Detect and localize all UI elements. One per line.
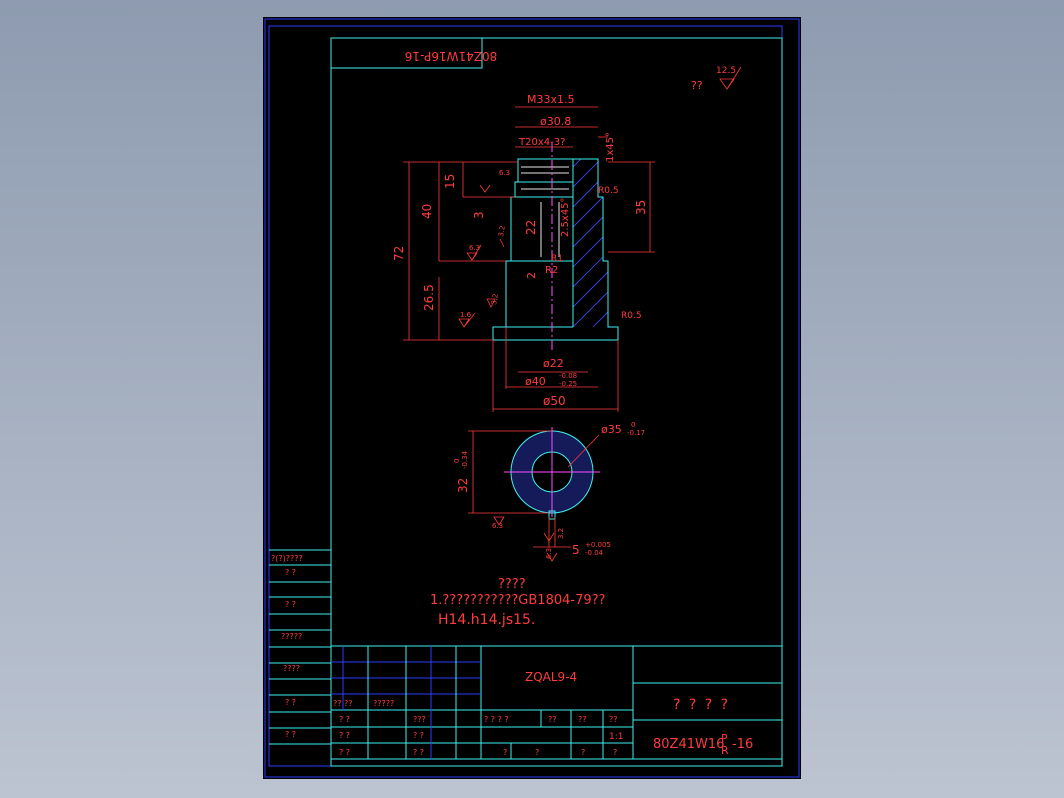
left-table-5: ? ?: [285, 698, 296, 707]
dim-d35-lower: -0.17: [627, 429, 645, 437]
tb-cell-0: ? ?: [339, 715, 350, 724]
tb-cell-1: ???: [413, 715, 426, 724]
tb-hdr-5: ??: [609, 715, 618, 724]
ra-32: 3.2: [497, 225, 507, 237]
tb-hdr-4: ??: [578, 715, 587, 724]
dim-h2: 2: [525, 272, 538, 279]
dim-h32-upper: 0: [453, 459, 461, 463]
dim-d40: ø40: [525, 375, 546, 388]
dim-h35: 35: [634, 200, 648, 215]
part-inner-lines: [506, 159, 574, 328]
drawing-canvas: 80Z41W16P-16 ?? 12.5 M33x1.5 ø30.8 T20x4…: [264, 18, 800, 778]
dim-d308: ø30.8: [540, 115, 571, 128]
notes-line1: 1.???????????GB1804-79??: [430, 593, 605, 608]
tb-hdr-3: ??: [548, 715, 557, 724]
dim-d35-upper: 0: [631, 421, 635, 429]
dim-h72: 72: [392, 246, 406, 261]
tb-cell-2: ? ?: [339, 731, 350, 740]
outer-frame: [264, 18, 800, 778]
tb-hdr-2: ? ? ? ?: [484, 715, 509, 724]
dim-trap: T20x4-3?: [518, 137, 565, 148]
ra-16: 1.6: [460, 311, 472, 319]
ra-32c: 3.2: [557, 528, 565, 539]
tb-material: ZQAL9-4: [525, 670, 577, 684]
tb-code-r: R: [721, 744, 729, 757]
tb-cell-5: ? ?: [413, 748, 424, 757]
ra-63b: 6.3: [499, 169, 510, 177]
left-table: [269, 549, 331, 745]
dim-h15: 15: [443, 174, 457, 189]
dim-d50: ø50: [543, 394, 566, 408]
ra-63a: 6.3: [469, 244, 480, 252]
dim-h3: 3: [472, 211, 486, 219]
dim-h40: 40: [420, 204, 434, 219]
tb-code-tail: -16: [732, 737, 753, 752]
tb-cell-9: ?: [613, 748, 617, 757]
left-table-2: ? ?: [285, 600, 296, 609]
dim-r05b: R0.5: [621, 311, 642, 321]
dim-w5: 5: [572, 543, 580, 557]
left-table-1: ? ?: [285, 568, 296, 577]
left-table-6: ? ?: [285, 730, 296, 739]
dim-h22: 22: [524, 220, 538, 235]
circle-section: [504, 427, 600, 520]
dim-w5-upper: +0.005: [585, 541, 611, 549]
dim-thread: M33x1.5: [527, 93, 575, 106]
roughness-general-value: 12.5: [716, 66, 736, 76]
ra-32b: 3.2: [490, 293, 500, 305]
tb-code-main: 80Z41W16: [653, 737, 724, 752]
notes-line2: H14.h14.js15.: [438, 612, 535, 628]
tb-name: ? ? ? ?: [673, 697, 730, 713]
ra-63c: 6.3: [492, 522, 503, 530]
dim-d22: ø22: [543, 357, 564, 370]
dim-h32-lower: -0.34: [461, 450, 469, 469]
dim-r1: R1: [551, 254, 563, 264]
tb-hdr-0: ?? ??: [333, 699, 353, 708]
tb-cell-8: ?: [581, 748, 585, 757]
dim-w5-lower: -0.04: [585, 549, 604, 557]
dim-d35: ø35: [601, 423, 622, 436]
tb-cell-3: ? ?: [413, 731, 424, 740]
left-table-4: ????: [283, 664, 300, 673]
dim-h32: 32: [456, 478, 470, 493]
dim-d40-lower: -0.25: [559, 380, 577, 388]
left-table-3: ?????: [281, 632, 302, 641]
ra-63d: 6.3: [545, 548, 553, 559]
dim-r05a: R0.5: [598, 186, 619, 196]
tb-cell-7: ?: [535, 748, 539, 757]
tb-hdr-1: ?????: [373, 699, 394, 708]
tb-cell-6: ?: [503, 748, 507, 757]
stamp-code: 80Z41W16P-16: [405, 49, 497, 63]
dim-r2: R2: [545, 265, 558, 276]
drawing-sheet: 80Z41W16P-16 ?? 12.5 M33x1.5 ø30.8 T20x4…: [263, 17, 801, 779]
dim-chamfer2: 2.5x45°: [560, 197, 571, 237]
tb-scale: 1:1: [609, 732, 623, 742]
left-table-0: ?(?)????: [271, 554, 303, 563]
tb-cell-4: ? ?: [339, 748, 350, 757]
dim-h265: 26.5: [422, 284, 436, 311]
dimension-lines: [403, 106, 655, 412]
roughness-qq: ??: [691, 79, 703, 92]
dim-d40-upper: -0.08: [559, 372, 577, 380]
dim-chamfer1: 1x45°: [605, 132, 616, 162]
notes-title: ????: [498, 577, 526, 592]
